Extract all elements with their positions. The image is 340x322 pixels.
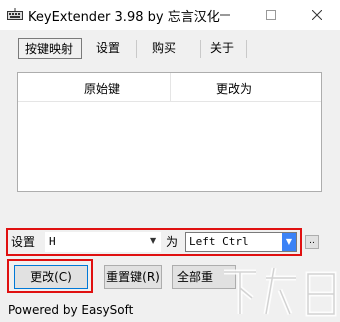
download-watermark-logo xyxy=(224,267,337,317)
more-button[interactable]: .. xyxy=(305,235,319,249)
close-button[interactable] xyxy=(294,0,340,30)
chevron-down-icon: ▼ xyxy=(150,236,157,245)
key-mapping-list[interactable]: 原始键 更改为 xyxy=(17,72,322,192)
minimize-icon xyxy=(220,14,230,16)
reset-key-button[interactable]: 重置键(R) xyxy=(104,265,162,289)
tab-settings[interactable]: 设置 xyxy=(90,38,130,59)
window-title: KeyExtender 3.98 by 忘言汉化 xyxy=(28,10,220,25)
maximize-icon xyxy=(266,10,276,20)
keyboard-app-icon xyxy=(7,8,23,20)
setting-label: 设置 xyxy=(11,235,36,249)
close-icon xyxy=(312,10,322,20)
list-header: 原始键 更改为 xyxy=(18,73,321,102)
tab-key-mapping[interactable]: 按键映射 xyxy=(18,38,82,59)
source-key-combobox[interactable]: H ▼ xyxy=(45,232,161,252)
column-divider[interactable] xyxy=(170,73,171,101)
change-button[interactable]: 更改(C) xyxy=(14,265,88,289)
chevron-down-icon[interactable]: ▼ xyxy=(282,233,296,251)
source-key-value: H xyxy=(49,235,56,248)
title-bar: KeyExtender 3.98 by 忘言汉化 xyxy=(0,0,340,30)
target-key-value: Left Ctrl xyxy=(189,235,249,248)
minimize-button[interactable] xyxy=(202,0,248,30)
maximize-button[interactable] xyxy=(248,0,294,30)
tab-separator xyxy=(246,40,247,58)
column-original-key[interactable]: 原始键 xyxy=(84,80,120,97)
tab-separator xyxy=(200,40,201,58)
target-key-combobox[interactable]: Left Ctrl ▼ xyxy=(185,232,297,252)
tab-about[interactable]: 关于 xyxy=(204,38,244,59)
status-text: Powered by EasySoft xyxy=(8,303,134,317)
as-label: 为 xyxy=(166,235,179,249)
column-change-to[interactable]: 更改为 xyxy=(216,80,252,97)
tab-purchase[interactable]: 购买 xyxy=(146,38,186,59)
tab-separator xyxy=(136,40,137,58)
